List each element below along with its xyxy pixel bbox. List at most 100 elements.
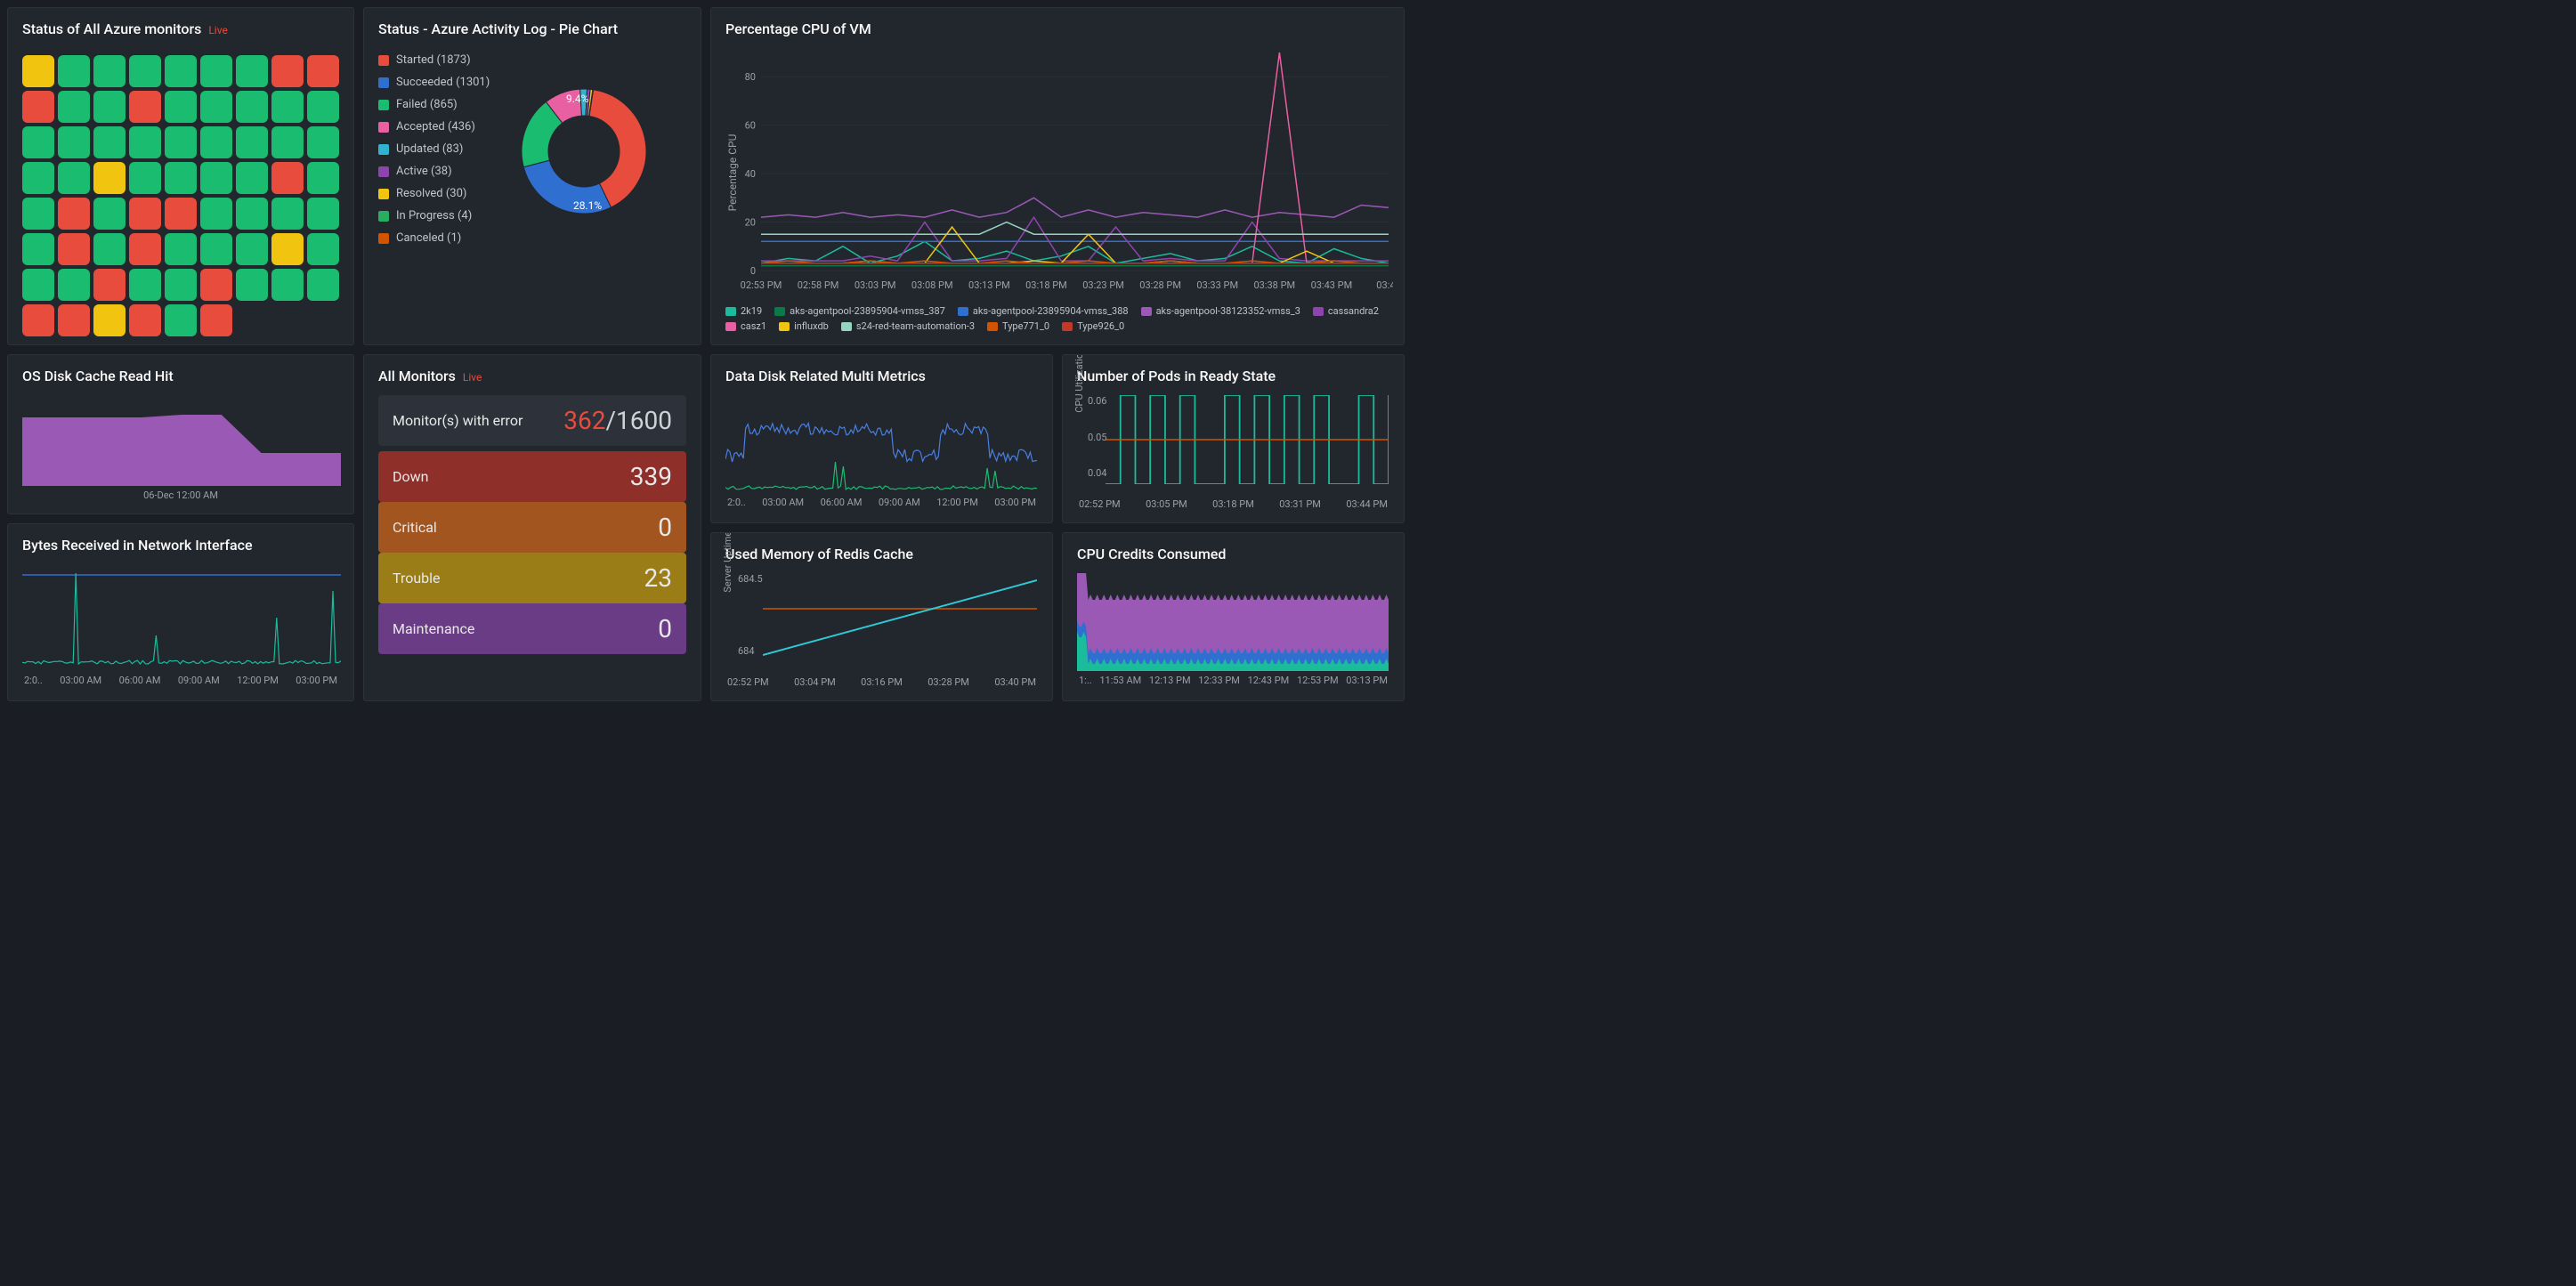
- legend-item[interactable]: influxdb: [779, 320, 829, 332]
- status-cell[interactable]: [236, 269, 268, 301]
- redis-chart[interactable]: [763, 573, 1037, 662]
- status-cell[interactable]: [236, 55, 268, 87]
- status-cell[interactable]: [165, 126, 197, 158]
- status-cell[interactable]: [22, 162, 54, 194]
- series-line[interactable]: [761, 53, 1389, 263]
- status-cell[interactable]: [22, 233, 54, 265]
- status-cell[interactable]: [58, 55, 90, 87]
- legend-item[interactable]: Failed (865): [378, 98, 490, 111]
- legend-item[interactable]: 2k19: [725, 305, 762, 317]
- monitor-status-card[interactable]: Down339: [378, 451, 686, 502]
- status-cell[interactable]: [129, 198, 161, 230]
- status-cell[interactable]: [307, 55, 339, 87]
- status-cell[interactable]: [200, 269, 232, 301]
- series-line[interactable]: [725, 462, 1037, 489]
- status-cell[interactable]: [93, 233, 126, 265]
- status-cell[interactable]: [58, 269, 90, 301]
- legend-item[interactable]: casz1: [725, 320, 766, 332]
- status-cell[interactable]: [93, 304, 126, 336]
- bytes-rx-chart[interactable]: [22, 564, 341, 671]
- status-cell[interactable]: [307, 198, 339, 230]
- status-cell[interactable]: [165, 162, 197, 194]
- status-cell[interactable]: [58, 91, 90, 123]
- status-cell[interactable]: [165, 91, 197, 123]
- status-cell[interactable]: [200, 304, 232, 336]
- status-cell[interactable]: [93, 55, 126, 87]
- legend-item[interactable]: Canceled (1): [378, 231, 490, 245]
- status-cell[interactable]: [200, 91, 232, 123]
- status-cell[interactable]: [307, 91, 339, 123]
- status-cell[interactable]: [58, 304, 90, 336]
- status-cell[interactable]: [236, 162, 268, 194]
- series-line[interactable]: [22, 573, 341, 664]
- legend-item[interactable]: s24-red-team-automation-3: [841, 320, 975, 332]
- credits-chart[interactable]: [1077, 573, 1389, 671]
- status-cell[interactable]: [165, 304, 197, 336]
- monitor-status-card[interactable]: Trouble23: [378, 553, 686, 603]
- legend-item[interactable]: Resolved (30): [378, 187, 490, 200]
- status-cell[interactable]: [200, 233, 232, 265]
- status-cell[interactable]: [307, 269, 339, 301]
- legend-item[interactable]: Updated (83): [378, 142, 490, 156]
- status-cell[interactable]: [58, 198, 90, 230]
- status-cell[interactable]: [307, 126, 339, 158]
- status-heatmap[interactable]: [22, 55, 339, 336]
- status-cell[interactable]: [22, 55, 54, 87]
- legend-item[interactable]: aks-agentpool-23895904-vmss_387: [774, 305, 945, 317]
- status-cell[interactable]: [129, 304, 161, 336]
- status-cell[interactable]: [200, 126, 232, 158]
- status-cell[interactable]: [165, 55, 197, 87]
- status-cell[interactable]: [129, 91, 161, 123]
- status-cell[interactable]: [58, 126, 90, 158]
- status-cell[interactable]: [200, 55, 232, 87]
- status-cell[interactable]: [200, 162, 232, 194]
- status-cell[interactable]: [271, 55, 304, 87]
- status-cell[interactable]: [165, 233, 197, 265]
- status-cell[interactable]: [93, 198, 126, 230]
- legend-item[interactable]: aks-agentpool-38123352-vmss_3: [1141, 305, 1300, 317]
- legend-item[interactable]: Succeeded (1301): [378, 76, 490, 89]
- status-cell[interactable]: [93, 126, 126, 158]
- series-line[interactable]: [761, 227, 1389, 263]
- status-cell[interactable]: [93, 91, 126, 123]
- status-cell[interactable]: [236, 233, 268, 265]
- monitor-error-summary[interactable]: Monitor(s) with error 362/1600: [378, 395, 686, 446]
- status-cell[interactable]: [58, 233, 90, 265]
- legend-item[interactable]: Accepted (436): [378, 120, 490, 133]
- status-cell[interactable]: [271, 198, 304, 230]
- status-cell[interactable]: [22, 269, 54, 301]
- series-line[interactable]: [725, 424, 1037, 462]
- series-line[interactable]: [763, 580, 1037, 655]
- status-cell[interactable]: [22, 304, 54, 336]
- pods-chart[interactable]: [1106, 395, 1389, 484]
- status-cell[interactable]: [307, 233, 339, 265]
- status-cell[interactable]: [165, 269, 197, 301]
- cpu-line-chart[interactable]: 020406080Percentage CPU02:53 PM02:58 PM0…: [725, 48, 1393, 297]
- status-cell[interactable]: [271, 91, 304, 123]
- status-cell[interactable]: [22, 126, 54, 158]
- series-line[interactable]: [761, 222, 1389, 235]
- status-cell[interactable]: [93, 162, 126, 194]
- legend-item[interactable]: cassandra2: [1313, 305, 1379, 317]
- status-cell[interactable]: [236, 126, 268, 158]
- status-cell[interactable]: [129, 126, 161, 158]
- status-cell[interactable]: [236, 198, 268, 230]
- status-cell[interactable]: [22, 198, 54, 230]
- status-cell[interactable]: [58, 162, 90, 194]
- status-cell[interactable]: [271, 233, 304, 265]
- series-line[interactable]: [761, 198, 1389, 217]
- status-cell[interactable]: [165, 198, 197, 230]
- status-cell[interactable]: [129, 55, 161, 87]
- area-series[interactable]: [22, 415, 341, 486]
- legend-item[interactable]: Type771_0: [987, 320, 1049, 332]
- data-disk-chart[interactable]: [725, 395, 1037, 493]
- legend-item[interactable]: Type926_0: [1062, 320, 1124, 332]
- status-cell[interactable]: [307, 162, 339, 194]
- status-cell[interactable]: [200, 198, 232, 230]
- status-cell[interactable]: [271, 126, 304, 158]
- legend-item[interactable]: Started (1873): [378, 53, 490, 67]
- status-cell[interactable]: [129, 162, 161, 194]
- status-cell[interactable]: [93, 269, 126, 301]
- status-cell[interactable]: [129, 269, 161, 301]
- status-cell[interactable]: [129, 233, 161, 265]
